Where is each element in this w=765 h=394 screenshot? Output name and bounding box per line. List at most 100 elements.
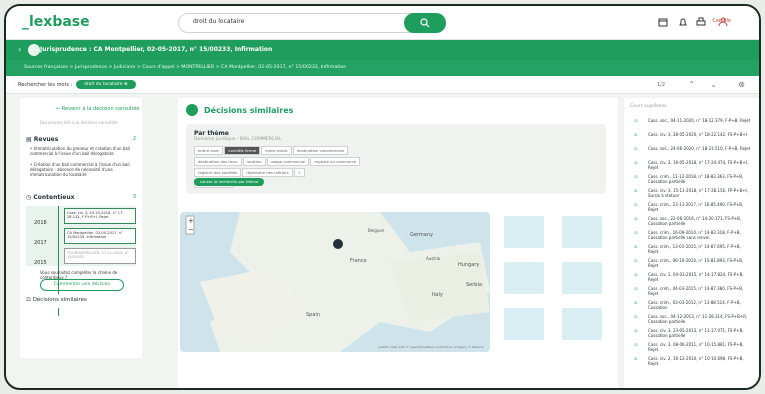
timeline-year: 2017	[34, 240, 47, 246]
tag-more[interactable]: +	[293, 168, 305, 177]
similar-decisions-tab[interactable]: ⚖ Décisions similaires	[20, 294, 142, 308]
timeline-year: 2018	[34, 220, 47, 226]
document-title: Jurisprudence : CA Montpellier, 02-05-20…	[40, 46, 273, 53]
scale-icon: ⚖	[634, 160, 638, 165]
map-label: Germany	[410, 232, 433, 238]
zoom-out-icon[interactable]: −	[188, 226, 194, 234]
main-title: Décisions similaires	[204, 106, 294, 115]
comment-decision-button[interactable]: Commenter une décision	[40, 279, 124, 291]
search-in-document-bar: Rechercher les mots : droit du locataire…	[6, 76, 759, 94]
logo-text: lexbase	[29, 14, 90, 30]
decision-text: Cass. crim., 04-03-2015, n° 14-87.380, F…	[648, 286, 744, 296]
document-type-icon	[28, 44, 40, 56]
match-pager: 1/2	[656, 82, 665, 88]
tag[interactable]: contrôle ferme	[224, 146, 261, 155]
printer-icon[interactable]	[696, 17, 706, 27]
tag[interactable]: ordre public	[261, 146, 292, 155]
decision-text: Cass. crim., 13-01-2015, n° 14-87.695, F…	[648, 244, 741, 254]
revue-item[interactable]: • Création d'un bail commercial à l'issu…	[30, 162, 134, 177]
decision-text: Cass. soc., 04-12-2013, n° 11-28.314, FS…	[648, 314, 748, 324]
theme-title: Par thème	[194, 130, 229, 137]
search-term: droit du locataire	[84, 82, 123, 87]
timeline-year: 2015	[34, 260, 47, 266]
scale-icon: ⚖	[634, 118, 638, 123]
user-name[interactable]: Camille	[712, 18, 731, 24]
map[interactable]: + − Germany France Spain Italy Hungary S…	[180, 212, 490, 352]
tag[interactable]: registre du commerce	[310, 157, 361, 166]
chevron-down-icon[interactable]: ⌄	[710, 80, 717, 89]
map-label: Italy	[432, 292, 443, 298]
search-button[interactable]	[404, 13, 446, 33]
logo[interactable]: _lexbase	[22, 14, 90, 30]
map-label: France	[350, 258, 367, 264]
map-thumbnail[interactable]	[504, 216, 544, 248]
contentieux-section-title[interactable]: ◷ Contentieux	[26, 194, 74, 201]
right-panel: Cours suprêmes ⚖ Cass. soc., 04-11-2020, …	[624, 98, 759, 388]
scale-icon: ⚖	[634, 244, 638, 249]
map-canvas[interactable]: + − Germany France Spain Italy Hungary S…	[180, 212, 490, 352]
decision-text: Cass. civ. 3, 08-06-2011, n° 10-15.881, …	[648, 342, 744, 352]
decision-text: Cass. civ. 2, 16-12-2010, n° 10-10.698, …	[648, 356, 744, 366]
map-thumbnail[interactable]	[562, 308, 602, 340]
map-thumbnail[interactable]	[504, 308, 544, 340]
breadcrumb-text[interactable]: Sources françaises > Jurisprudence > Jud…	[24, 65, 346, 70]
tag[interactable]: registre des sociétés	[194, 168, 242, 177]
tag[interactable]: usage commercial	[266, 157, 310, 166]
revues-section-title[interactable]: ▤ Revues	[26, 136, 58, 143]
contentieux-card[interactable]: CA Montpellier, 02-05-2017, n° 15/00233,…	[64, 228, 136, 244]
map-credits[interactable]: Leaflet | Map data © OpenStreetMap contr…	[378, 345, 484, 349]
map-label: Austria	[426, 256, 441, 261]
chevron-left-icon[interactable]: ‹	[18, 45, 21, 54]
calendar-icon[interactable]	[658, 17, 668, 27]
decision-text: Cass. crim., 06-10-2014, n° 15-81.893, F…	[648, 258, 744, 268]
tag[interactable]: destination commerciale	[292, 146, 348, 155]
theme-domain: Domaine juridique - BAIL COMMERCIAL	[194, 137, 282, 142]
contentieux-card[interactable]: TGI MONTPELLIER, 27-11-2014, n° 13/01032	[64, 248, 136, 264]
decision-text: Cass. civ. 3, 23-05-2013, n° 11-17.071, …	[648, 328, 744, 338]
similar-decisions-icon	[186, 104, 198, 116]
search-input[interactable]: droit du locataire	[193, 18, 244, 25]
back-to-decision-link[interactable]: ← Revenir à la décision consultée	[56, 106, 140, 112]
scale-icon: ⚖	[634, 314, 638, 319]
launch-theme-search-button[interactable]: Lancer la recherche par thème	[194, 178, 264, 186]
chevron-up-icon[interactable]: ⌃	[688, 80, 695, 89]
scale-icon: ⚖	[634, 216, 638, 221]
logo-mark: _	[22, 14, 29, 30]
search-icon	[420, 18, 430, 28]
tag[interactable]: location	[242, 157, 266, 166]
revue-item[interactable]: • Immatriculation du preneur et création…	[30, 146, 134, 156]
app-frame: _lexbase droit du locataire Camille ‹ Ju…	[4, 4, 761, 390]
scale-icon: ⚖	[634, 286, 638, 291]
scale-icon: ⚖	[634, 300, 638, 305]
contentieux-label: Contentieux	[33, 194, 75, 201]
map-label: Serbia	[466, 282, 482, 288]
decision-text: Cass. soc., 04-11-2020, n° 18-12.379, F-…	[648, 118, 751, 123]
scale-icon: ⚖	[634, 342, 638, 347]
close-icon[interactable]: ⊗	[738, 80, 745, 89]
map-label: Spain	[306, 312, 320, 318]
tag[interactable]: répertoire des métiers	[242, 168, 293, 177]
map-thumbnail[interactable]	[562, 216, 602, 248]
main-panel: Décisions similaires Par thème Domaine j…	[178, 98, 618, 388]
contentieux-card[interactable]: Cass. civ. 3, 20-10-2018, n° 17-28.132, …	[64, 208, 136, 224]
decision-text: Cass. crim., 23-11-2017, n° 16-85.490, F…	[648, 202, 744, 212]
tag[interactable]: prière avec	[194, 146, 224, 155]
contentieux-count: 3	[132, 194, 136, 200]
zoom-in-icon[interactable]: +	[188, 217, 194, 225]
theme-panel: Par thème Domaine juridique - BAIL COMME…	[186, 124, 606, 194]
scale-icon: ⚖	[634, 272, 638, 277]
search-box[interactable]: droit du locataire	[178, 13, 446, 33]
supreme-courts-header: Cours suprêmes	[630, 104, 667, 109]
map-thumbnail[interactable]	[562, 262, 602, 294]
bell-icon[interactable]	[678, 17, 688, 27]
scale-icon: ⚖	[634, 328, 638, 333]
search-term-pill[interactable]: droit du locataire ⊗	[76, 80, 136, 89]
top-bar: _lexbase droit du locataire Camille	[6, 6, 759, 40]
tag[interactable]: destination des lieux	[194, 157, 242, 166]
linked-documents-label: Documents liés à la décision consultée	[40, 120, 118, 125]
revue-item-text: Création d'un bail commercial à l'issue …	[30, 162, 130, 177]
map-thumbnail[interactable]	[504, 262, 544, 294]
scale-icon: ⚖	[634, 188, 638, 193]
left-panel: ← Revenir à la décision consultée Docume…	[20, 98, 142, 358]
revues-count: 2	[132, 136, 136, 142]
